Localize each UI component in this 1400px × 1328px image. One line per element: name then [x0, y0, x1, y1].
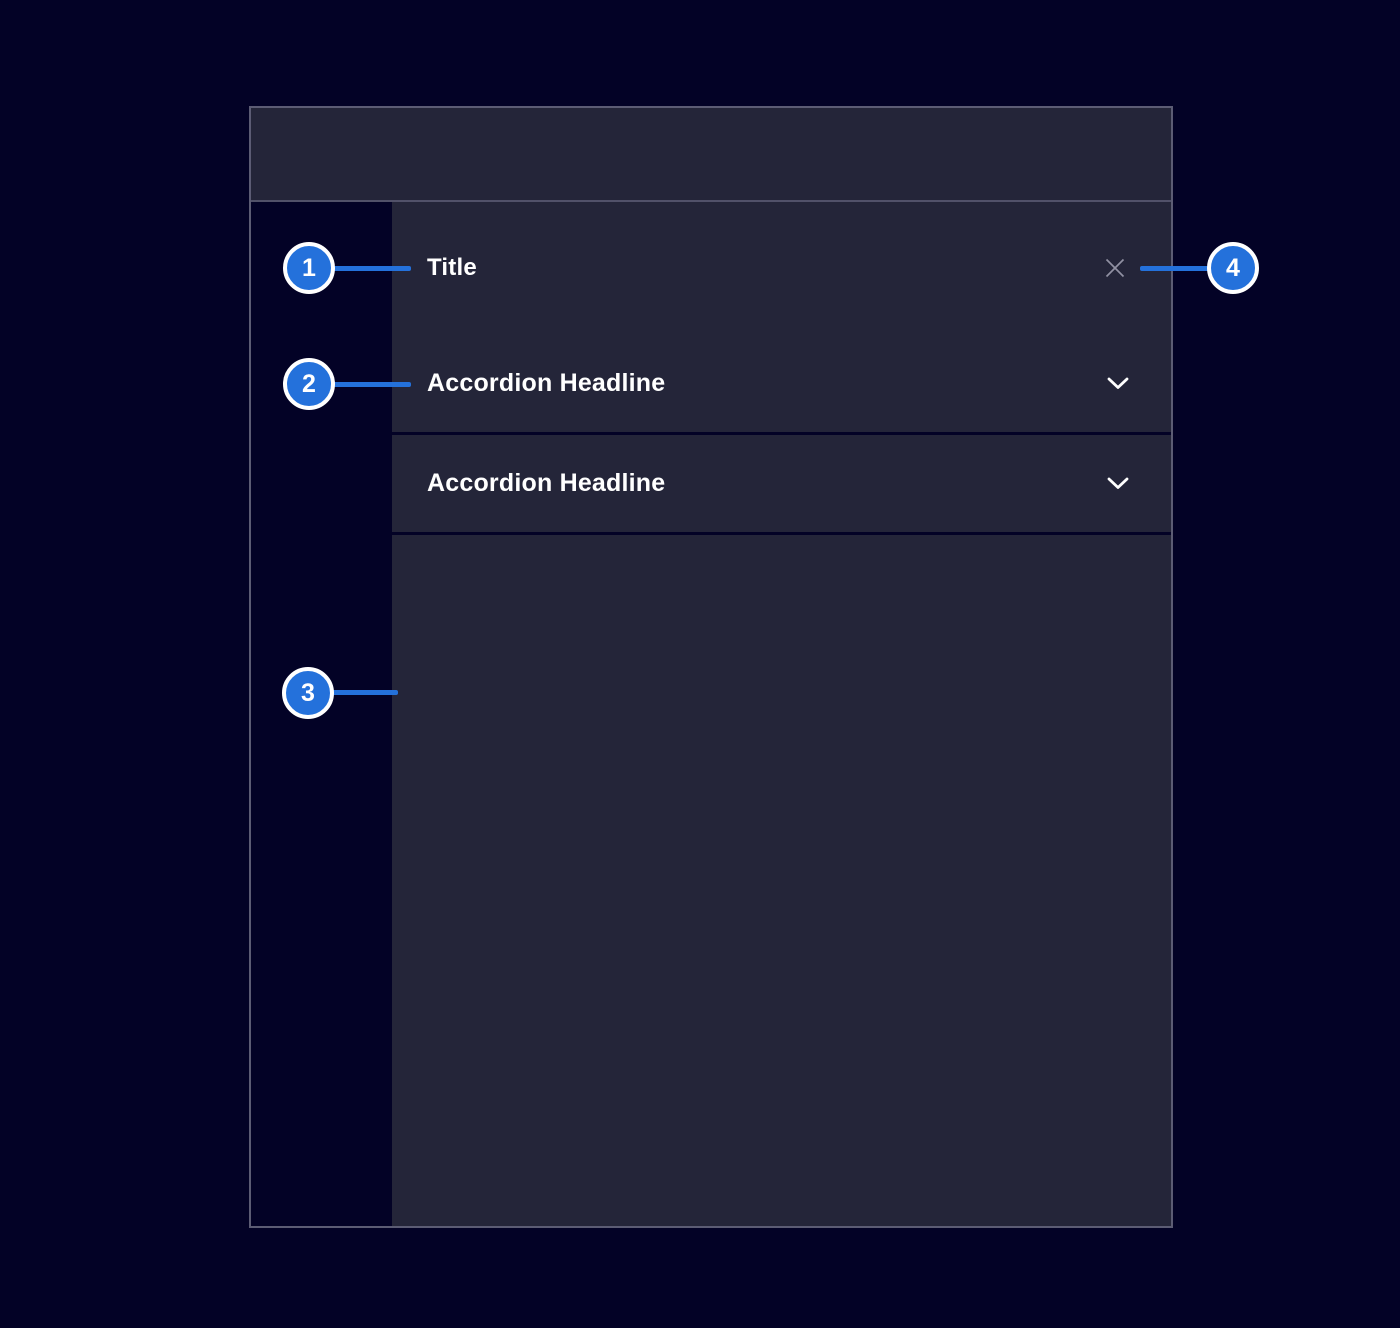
- callout-badge-3: 3: [282, 667, 334, 719]
- close-button[interactable]: [1101, 254, 1129, 282]
- callout-number: 1: [302, 254, 316, 283]
- dialog-panel: Title Accordion Headline Accordion: [392, 202, 1171, 1226]
- callout-badge-2: 2: [283, 358, 335, 410]
- callout-connector-3: [332, 690, 398, 695]
- dialog-header: Title: [392, 202, 1171, 334]
- callout-connector-4: [1140, 266, 1210, 271]
- callout-connector-1: [333, 266, 411, 271]
- callout-connector-2: [333, 382, 411, 387]
- accordion-label: Accordion Headline: [427, 469, 665, 498]
- top-bar: [251, 108, 1171, 200]
- chevron-down-icon: [1107, 377, 1129, 390]
- dialog-title: Title: [427, 254, 477, 282]
- accordion-header[interactable]: Accordion Headline: [392, 435, 1171, 532]
- accordion-label: Accordion Headline: [427, 369, 665, 398]
- component-preview-frame: Title Accordion Headline Accordion: [249, 106, 1173, 1228]
- callout-number: 3: [301, 679, 315, 708]
- callout-number: 4: [1226, 254, 1240, 283]
- annotation-canvas: Title Accordion Headline Accordion: [0, 0, 1400, 1328]
- frame-body: Title Accordion Headline Accordion: [251, 202, 1171, 1226]
- callout-badge-4: 4: [1207, 242, 1259, 294]
- chevron-down-icon: [1107, 477, 1129, 490]
- close-icon: [1103, 256, 1127, 280]
- callout-number: 2: [302, 370, 316, 399]
- callout-badge-1: 1: [283, 242, 335, 294]
- dialog-content-area: [392, 535, 1171, 1226]
- accordion-header[interactable]: Accordion Headline: [392, 334, 1171, 432]
